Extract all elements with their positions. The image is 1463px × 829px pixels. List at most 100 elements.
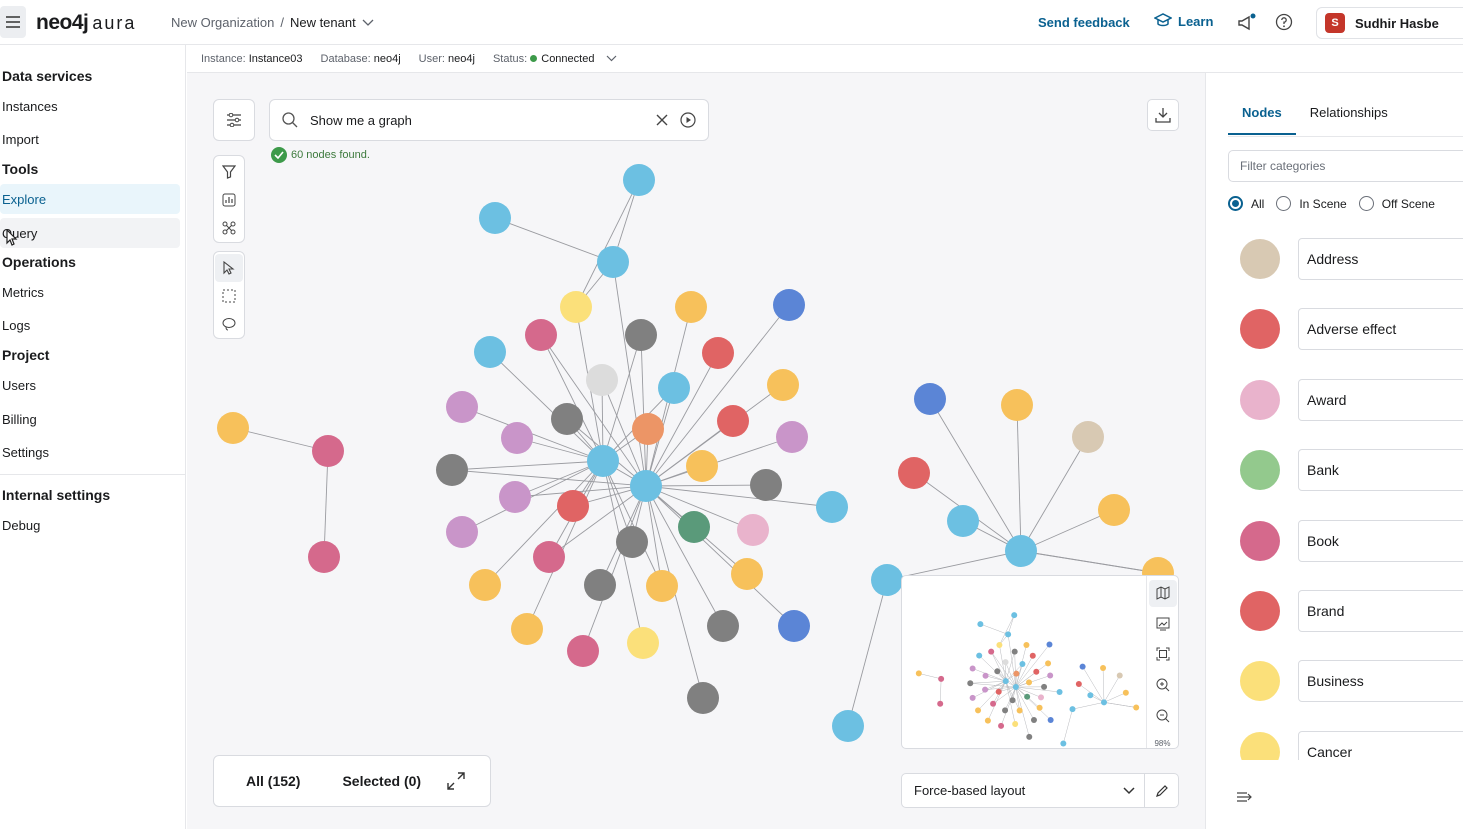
relationship-edge[interactable] [645, 485, 833, 508]
category-color-swatch[interactable] [1240, 239, 1280, 279]
search-bar[interactable]: Show me a graph [269, 99, 709, 141]
graph-node[interactable] [560, 291, 592, 323]
category-color-swatch[interactable] [1240, 309, 1280, 350]
graph-node[interactable] [773, 289, 805, 321]
category-name-field[interactable]: Brand [1298, 590, 1463, 632]
graph-node[interactable] [312, 435, 344, 467]
graph-node[interactable] [731, 558, 763, 590]
search-input[interactable]: Show me a graph [310, 113, 644, 128]
graph-canvas[interactable]: Show me a graph 60 nodes found. 98% All … [187, 73, 1205, 829]
category-name-field[interactable]: Award [1298, 378, 1463, 421]
category-name-field[interactable]: Business [1298, 660, 1463, 703]
relationship-edge[interactable] [582, 485, 647, 652]
graph-node[interactable] [816, 491, 848, 523]
box-select-button[interactable] [215, 282, 243, 310]
category-color-swatch[interactable] [1240, 450, 1280, 491]
sidebar-item-settings[interactable]: Settings [0, 437, 180, 467]
graph-node[interactable] [717, 405, 749, 437]
category-row[interactable]: Address [1206, 228, 1463, 298]
category-color-swatch[interactable] [1240, 591, 1280, 631]
graph-node[interactable] [767, 369, 799, 401]
filter-button[interactable] [215, 158, 243, 186]
category-color-swatch[interactable] [1240, 379, 1280, 420]
category-color-swatch[interactable] [1240, 731, 1280, 760]
graph-node[interactable] [623, 164, 655, 196]
graph-node[interactable] [675, 291, 707, 323]
breadcrumb-tenant[interactable]: New tenant [290, 15, 356, 30]
category-row[interactable]: Book [1206, 510, 1463, 580]
graph-node[interactable] [1005, 535, 1037, 567]
graph-node[interactable] [627, 627, 659, 659]
relationship-edge[interactable] [575, 179, 640, 308]
graph-node[interactable] [469, 569, 501, 601]
graph-node[interactable] [217, 412, 249, 444]
relationship-edge[interactable] [451, 469, 647, 487]
sidebar-item-instances[interactable]: Instances [0, 91, 180, 121]
graph-node[interactable] [474, 336, 506, 368]
graph-node[interactable] [525, 319, 557, 351]
category-row[interactable]: Award [1206, 369, 1463, 439]
user-menu-button[interactable]: S Sudhir Hasbe [1316, 7, 1463, 39]
graph-node[interactable] [446, 391, 478, 423]
category-color-swatch[interactable] [1240, 520, 1280, 561]
category-row[interactable]: Brand [1206, 580, 1463, 650]
category-name-field[interactable]: Cancer [1298, 730, 1463, 760]
tab-nodes[interactable]: Nodes [1228, 93, 1296, 135]
graph-node[interactable] [616, 526, 648, 558]
graph-node[interactable] [511, 613, 543, 645]
relationship-edge[interactable] [1020, 550, 1159, 574]
graph-algorithm-button[interactable] [215, 214, 243, 242]
sidebar-item-debug[interactable]: Debug [0, 510, 180, 540]
graph-node[interactable] [587, 445, 619, 477]
chevron-down-icon[interactable] [362, 19, 374, 27]
graph-node[interactable] [557, 490, 589, 522]
graph-node[interactable] [750, 469, 782, 501]
graph-node[interactable] [737, 514, 769, 546]
graph-node[interactable] [707, 610, 739, 642]
edit-layout-button[interactable] [1144, 774, 1178, 807]
relationship-edge[interactable] [640, 334, 647, 487]
graph-node[interactable] [446, 516, 478, 548]
sidebar-item-query[interactable]: Query [0, 218, 180, 248]
relationship-edge[interactable] [1016, 404, 1022, 552]
graph-node[interactable] [436, 454, 468, 486]
play-icon[interactable] [680, 112, 696, 128]
status-info[interactable]: Status: Connected [493, 53, 617, 65]
relationship-edge[interactable] [526, 460, 604, 630]
neo4j-aura-logo[interactable]: neo4j aura [36, 10, 136, 36]
graph-node[interactable] [832, 710, 864, 742]
graph-node[interactable] [914, 383, 946, 415]
radio-in-scene[interactable]: In Scene [1276, 196, 1347, 211]
graph-node[interactable] [501, 422, 533, 454]
relationship-edge[interactable] [1020, 436, 1089, 552]
graph-node[interactable] [499, 481, 531, 513]
graph-node[interactable] [686, 450, 718, 482]
graph-node[interactable] [533, 541, 565, 573]
zoom-in-button[interactable] [1149, 672, 1177, 699]
send-feedback-link[interactable]: Send feedback [1038, 15, 1130, 30]
graph-node[interactable] [678, 511, 710, 543]
category-name-field[interactable]: Address [1298, 238, 1463, 280]
relationship-edge[interactable] [645, 484, 767, 487]
category-row[interactable]: Bank [1206, 439, 1463, 509]
relationship-edge[interactable] [494, 217, 614, 263]
graph-node[interactable] [1001, 389, 1033, 421]
layout-selector[interactable]: Force-based layout [901, 773, 1179, 808]
sidebar-item-explore[interactable]: Explore [0, 184, 180, 214]
help-button[interactable] [1275, 13, 1293, 36]
graph-node[interactable] [687, 682, 719, 714]
breadcrumb-org[interactable]: New Organization [171, 15, 274, 30]
graph-node[interactable] [551, 403, 583, 435]
sidebar-item-import[interactable]: Import [0, 124, 180, 154]
category-row[interactable]: Business [1206, 650, 1463, 720]
selected-count-button[interactable]: Selected (0) [342, 773, 421, 789]
category-color-swatch[interactable] [1240, 661, 1280, 702]
chart-button[interactable] [215, 186, 243, 214]
graph-node[interactable] [646, 570, 678, 602]
graph-node[interactable] [658, 372, 690, 404]
graph-node[interactable] [632, 413, 664, 445]
relationship-edge[interactable] [451, 460, 604, 471]
relationship-edge[interactable] [847, 579, 888, 727]
graph-node[interactable] [584, 569, 616, 601]
expand-icon[interactable] [447, 772, 465, 790]
